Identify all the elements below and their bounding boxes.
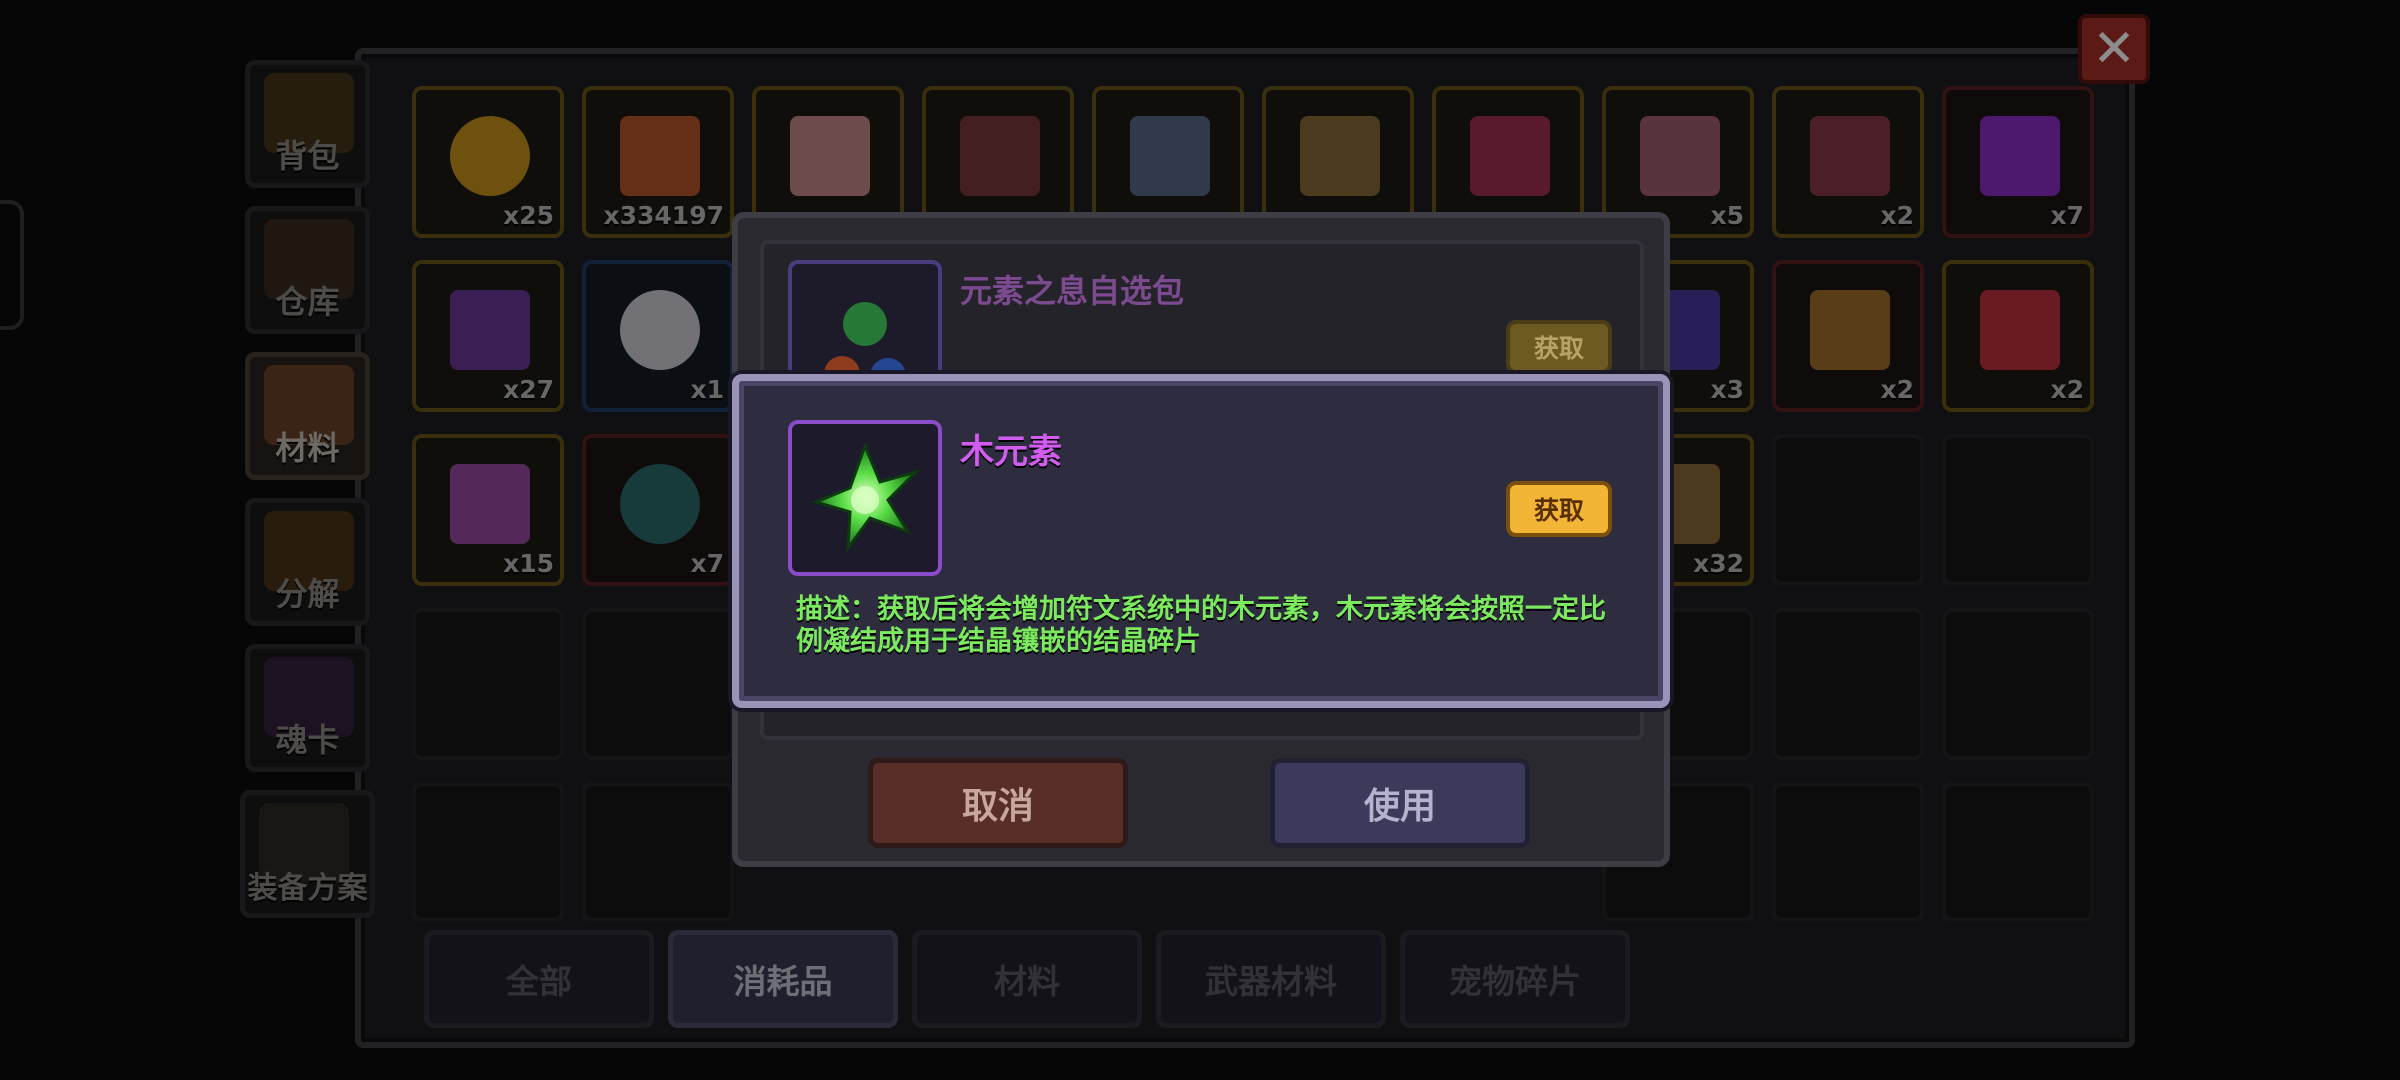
item-description: 描述：获取后将会增加符文系统中的木元素，木元素将会按照一定比例凝结成用于结晶镶嵌… <box>796 594 1606 657</box>
wood-element-icon <box>811 441 922 553</box>
use-button[interactable]: 使用 <box>1270 758 1530 848</box>
item-icon-frame <box>788 420 942 576</box>
get-button[interactable]: 获取 <box>1506 481 1612 537</box>
pack-get-button[interactable]: 获取 <box>1506 320 1612 374</box>
pack-title: 元素之息自选包 <box>960 272 1185 310</box>
item-title: 木元素 <box>960 432 1062 472</box>
cancel-button[interactable]: 取消 <box>868 758 1128 848</box>
